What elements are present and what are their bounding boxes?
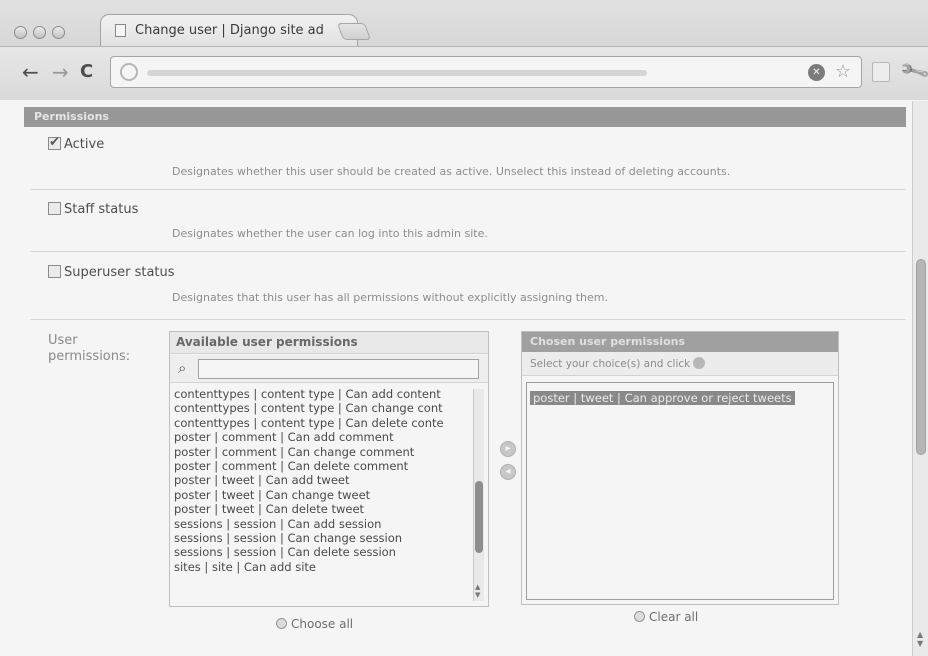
bookmark-star-icon[interactable]: ☆: [835, 61, 851, 82]
available-permission-option[interactable]: sessions | session | Can delete session: [174, 545, 471, 559]
choose-all-icon: [276, 618, 287, 629]
browser-toolbar: ← → C ✕ ☆ 🔧: [0, 46, 928, 100]
superuser-checkbox[interactable]: [48, 265, 61, 278]
page-content: Permissions Active Designates whether th…: [0, 101, 912, 656]
available-permission-option[interactable]: sessions | session | Can change session: [174, 531, 471, 545]
available-permission-option[interactable]: poster | comment | Can change comment: [174, 445, 471, 459]
browser-tab[interactable]: Change user | Django site ad ×: [100, 14, 358, 46]
available-permission-option[interactable]: sites | site | Can add site: [174, 560, 471, 574]
address-bar[interactable]: ✕ ☆: [110, 56, 862, 88]
available-permission-option[interactable]: contenttypes | content type | Can change…: [174, 401, 471, 415]
active-checkbox[interactable]: [48, 135, 61, 150]
available-permission-option[interactable]: poster | comment | Can delete comment: [174, 459, 471, 473]
page-scrollbar-thumb[interactable]: [916, 259, 926, 455]
add-permission-icon[interactable]: ▸: [500, 441, 516, 457]
choose-all-label: Choose all: [291, 617, 354, 631]
minimize-window-icon[interactable]: [33, 26, 46, 39]
browser-chrome: Change user | Django site ad × ← → C ✕ ☆…: [0, 0, 928, 100]
blurred-url: [147, 70, 647, 76]
staff-field[interactable]: Staff status: [48, 202, 138, 217]
reload-icon[interactable]: C: [80, 57, 93, 87]
new-tab-button[interactable]: [336, 23, 372, 40]
page-scroll-arrows-icon[interactable]: ▲ ▼: [917, 630, 923, 648]
available-permission-option[interactable]: contenttypes | content type | Can add co…: [174, 387, 471, 401]
tab-title: Change user | Django site ad: [135, 23, 324, 38]
staff-help: Designates whether the user can log into…: [172, 227, 488, 240]
section-header: Permissions: [24, 107, 906, 127]
close-window-icon[interactable]: [14, 26, 27, 39]
active-label: Active: [64, 137, 105, 152]
available-permissions-box: Available user permissions ⌕ contenttype…: [169, 331, 489, 607]
available-list-scrollbar[interactable]: ▲ ▼: [473, 389, 484, 601]
search-icon: ⌕: [178, 359, 187, 377]
chosen-help-text: Select your choice(s) and click: [522, 352, 838, 376]
chosen-permissions-list[interactable]: poster | tweet | Can approve or reject t…: [526, 382, 834, 600]
page-scrollbar[interactable]: ▲ ▼: [912, 101, 928, 656]
page-menu-icon[interactable]: [872, 62, 890, 82]
clear-all-link[interactable]: Clear all: [634, 610, 698, 624]
available-permission-option[interactable]: poster | tweet | Can delete tweet: [174, 502, 471, 516]
add-arrow-icon: [693, 357, 706, 369]
globe-icon: [120, 63, 138, 81]
available-permission-option[interactable]: poster | tweet | Can add tweet: [174, 473, 471, 487]
available-permissions-list[interactable]: contenttypes | content type | Can add co…: [174, 387, 471, 602]
available-permission-option[interactable]: sessions | session | Can add session: [174, 517, 471, 531]
chosen-permissions-box: Chosen user permissions Select your choi…: [521, 331, 839, 605]
available-permissions-title: Available user permissions: [170, 332, 488, 354]
staff-checkbox[interactable]: [48, 202, 61, 215]
user-permissions-label: User permissions:: [48, 333, 131, 364]
filter-row: ⌕: [170, 355, 488, 383]
superuser-label: Superuser status: [64, 265, 175, 280]
clear-all-icon: [634, 611, 645, 622]
available-permission-option[interactable]: contenttypes | content type | Can delete…: [174, 416, 471, 430]
superuser-field[interactable]: Superuser status: [48, 265, 175, 280]
divider: [30, 251, 906, 252]
back-icon[interactable]: ←: [22, 57, 39, 87]
available-permission-option[interactable]: poster | tweet | Can change tweet: [174, 488, 471, 502]
divider: [30, 189, 906, 190]
chosen-permissions-title: Chosen user permissions: [522, 332, 838, 352]
chosen-help-label: Select your choice(s) and click: [530, 358, 691, 370]
page-favicon-icon: [115, 24, 126, 37]
chosen-permission-option[interactable]: poster | tweet | Can approve or reject t…: [530, 391, 795, 405]
active-field[interactable]: Active: [48, 135, 105, 152]
clear-all-label: Clear all: [649, 610, 699, 624]
stop-icon[interactable]: ✕: [808, 64, 825, 81]
forward-icon[interactable]: →: [52, 57, 69, 87]
active-help: Designates whether this user should be c…: [172, 165, 731, 178]
remove-permission-icon[interactable]: ◂: [500, 464, 516, 480]
staff-label: Staff status: [64, 202, 139, 217]
choose-all-link[interactable]: Choose all: [276, 617, 353, 631]
permission-filter-input[interactable]: [198, 359, 479, 379]
superuser-help: Designates that this user has all permis…: [172, 291, 608, 304]
wrench-icon[interactable]: 🔧: [898, 54, 928, 87]
scroll-arrows-icon[interactable]: ▲ ▼: [475, 583, 480, 599]
scrollbar-thumb[interactable]: [475, 481, 483, 553]
available-permission-option[interactable]: poster | comment | Can add comment: [174, 430, 471, 444]
zoom-window-icon[interactable]: [52, 26, 65, 39]
divider: [30, 319, 906, 320]
